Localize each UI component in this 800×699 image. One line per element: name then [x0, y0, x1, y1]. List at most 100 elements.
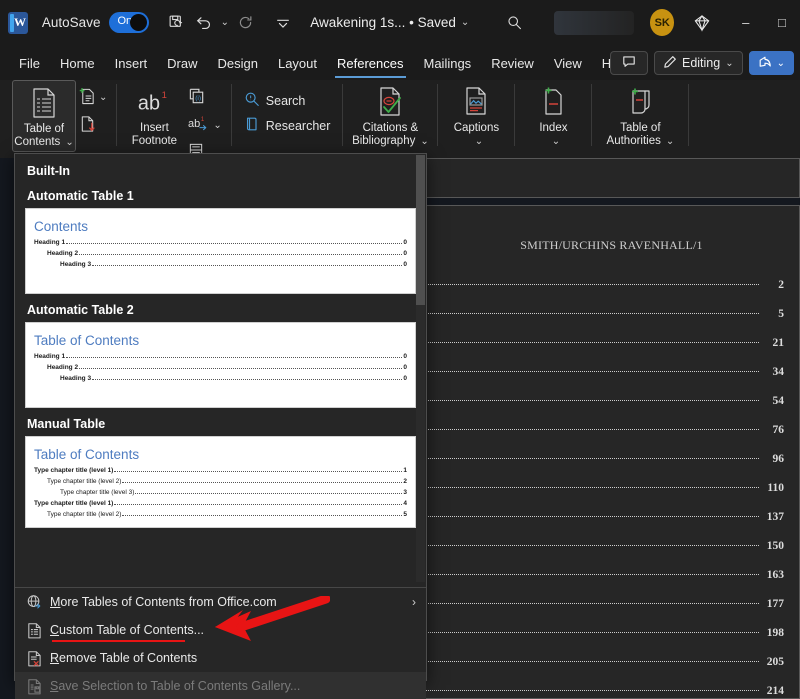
comment-icon — [622, 55, 636, 71]
insert-footnote-button[interactable]: ab 1 Insert Footnote — [123, 80, 185, 152]
avatar[interactable]: SK — [650, 9, 674, 36]
document-toc-entry[interactable]: 34 — [424, 366, 799, 395]
tab-insert[interactable]: Insert — [106, 54, 157, 73]
svg-text:(i): (i) — [196, 95, 202, 102]
comments-button[interactable] — [610, 51, 648, 75]
table-of-authorities-icon — [625, 86, 655, 118]
gallery-scroll-area[interactable]: Built-In Automatic Table 1ContentsHeadin… — [15, 154, 426, 583]
gallery-item-title: Automatic Table 1 — [25, 180, 416, 208]
document-toc-entry[interactable]: 137 — [424, 511, 799, 540]
share-icon — [758, 55, 772, 72]
save-icon[interactable] — [163, 9, 190, 37]
preview-leader-dots — [114, 466, 402, 472]
preview-toc-row: Type chapter title (level 2)5 — [34, 509, 407, 520]
svg-text:ab: ab — [138, 93, 160, 115]
preview-leader-dots — [92, 374, 402, 380]
document-toc-entry[interactable]: 110 — [424, 482, 799, 511]
document-toc-entry[interactable]: 205 — [424, 656, 799, 685]
document-toc-entry[interactable]: 177 — [424, 598, 799, 627]
document-toc-entry[interactable]: 5 — [424, 308, 799, 337]
remove-toc-icon — [21, 650, 47, 667]
menu-item-remove-table-of-contents[interactable]: Remove Table of Contents — [15, 644, 426, 672]
search-icon[interactable] — [501, 9, 528, 37]
table-of-contents-button[interactable]: Table of Contents⌄ — [12, 80, 76, 152]
document-toc-entry[interactable]: 21 — [424, 337, 799, 366]
toc-leader-dots — [424, 363, 759, 372]
maximize-button[interactable]: □ — [764, 0, 800, 45]
tab-design[interactable]: Design — [209, 54, 267, 73]
preview-page-number: 0 — [403, 362, 407, 373]
autosave-toggle[interactable]: On — [109, 12, 149, 33]
document-page[interactable]: SMITH/URCHINS RAVENHALL/1 2 52134547696 11… — [423, 205, 800, 699]
researcher-button[interactable]: Researcher — [238, 113, 337, 138]
table-of-authorities-button[interactable]: Table of Authorities⌄ — [598, 80, 682, 152]
add-text-button[interactable]: ⌄ — [76, 85, 110, 110]
preview-toc-label: Type chapter title (level 3) — [60, 487, 134, 498]
toc-page-number: 177 — [764, 598, 784, 610]
gallery-item-list: Automatic Table 1ContentsHeading 10Headi… — [25, 180, 416, 528]
document-toc-entry[interactable]: 96 — [424, 453, 799, 482]
next-footnote-button[interactable]: ab 1 ⌄ — [185, 113, 224, 137]
document-running-header: SMITH/URCHINS RAVENHALL/1 — [424, 206, 799, 253]
gallery-scrollbar[interactable] — [416, 155, 425, 582]
editing-mode-button[interactable]: Editing ⌄ — [654, 51, 743, 75]
undo-icon[interactable] — [190, 9, 217, 37]
tab-review[interactable]: Review — [482, 54, 543, 73]
document-toc-entry[interactable]: 150 — [424, 540, 799, 569]
document-title-caret-icon[interactable]: ⌄ — [461, 17, 469, 28]
toc-page-number: 96 — [764, 453, 784, 465]
share-button[interactable]: ⌄ — [749, 51, 794, 75]
ribbon-group-authorities: Table of Authorities⌄ — [594, 80, 686, 158]
insert-footnote-label-line1: Insert — [140, 122, 169, 134]
document-toc-entry[interactable]: 2 — [424, 279, 799, 308]
customize-quick-access-icon[interactable] — [269, 9, 296, 37]
word-logo-icon: W — [8, 12, 28, 34]
tab-mailings[interactable]: Mailings — [415, 54, 481, 73]
next-footnote-icon: ab 1 — [188, 115, 210, 135]
search-input[interactable] — [554, 11, 634, 35]
insert-footnote-label-line2: Footnote — [132, 135, 177, 147]
update-table-button[interactable] — [76, 113, 110, 138]
preview-leader-dots — [122, 510, 402, 516]
document-toc-entry[interactable]: 214 — [424, 685, 799, 699]
tab-layout[interactable]: Layout — [269, 54, 326, 73]
preview-leader-dots — [66, 238, 402, 244]
toc-page-number: 2 — [764, 279, 784, 291]
gallery-item-preview[interactable]: Table of ContentsHeading 10Heading 20Hea… — [25, 322, 416, 408]
index-button[interactable]: Index ⌄ — [521, 80, 585, 152]
redo-icon[interactable] — [232, 9, 259, 37]
researcher-button-label: Researcher — [266, 119, 331, 133]
document-toc-entry[interactable]: 163 — [424, 569, 799, 598]
insert-endnote-icon: (i) — [188, 87, 206, 108]
annotation-underline — [52, 640, 185, 642]
citations-icon — [375, 86, 405, 118]
toc-leader-dots — [424, 508, 759, 517]
captions-button[interactable]: Captions ⌄ — [444, 80, 508, 152]
minimize-button[interactable]: – — [728, 0, 764, 45]
document-title[interactable]: Awakening 1s... • Saved — [310, 15, 456, 30]
preview-leader-dots — [79, 249, 402, 255]
gallery-item-preview[interactable]: ContentsHeading 10Heading 20Heading 30 — [25, 208, 416, 294]
tab-references[interactable]: References — [328, 54, 412, 73]
tab-draw[interactable]: Draw — [158, 54, 206, 73]
ribbon-group-captions: Captions ⌄ — [440, 80, 512, 158]
undo-dropdown-caret-icon[interactable]: ⌄ — [218, 9, 232, 37]
preview-page-number: 0 — [403, 351, 407, 362]
tab-file[interactable]: File — [10, 54, 49, 73]
gallery-item-preview[interactable]: Table of ContentsType chapter title (lev… — [25, 436, 416, 528]
preview-toc-row: Heading 10 — [34, 237, 407, 248]
gallery-scrollbar-thumb[interactable] — [416, 155, 425, 305]
tab-home[interactable]: Home — [51, 54, 104, 73]
tab-view[interactable]: View — [545, 54, 591, 73]
document-toc-entry[interactable]: 76 — [424, 424, 799, 453]
document-toc-entry[interactable]: 198 — [424, 627, 799, 656]
insert-endnote-button[interactable]: (i) — [185, 85, 224, 110]
document-toc-entry[interactable]: 54 — [424, 395, 799, 424]
ribbon-group-footnotes: ab 1 Insert Footnote (i) — [119, 80, 228, 158]
copilot-diamond-icon[interactable] — [688, 9, 715, 37]
toc-leader-dots — [424, 624, 759, 633]
preview-leader-dots — [114, 499, 402, 505]
citations-bibliography-button[interactable]: Citations & Bibliography⌄ — [349, 80, 431, 152]
editing-mode-label: Editing — [682, 56, 720, 70]
search-button[interactable]: Search — [238, 88, 312, 113]
